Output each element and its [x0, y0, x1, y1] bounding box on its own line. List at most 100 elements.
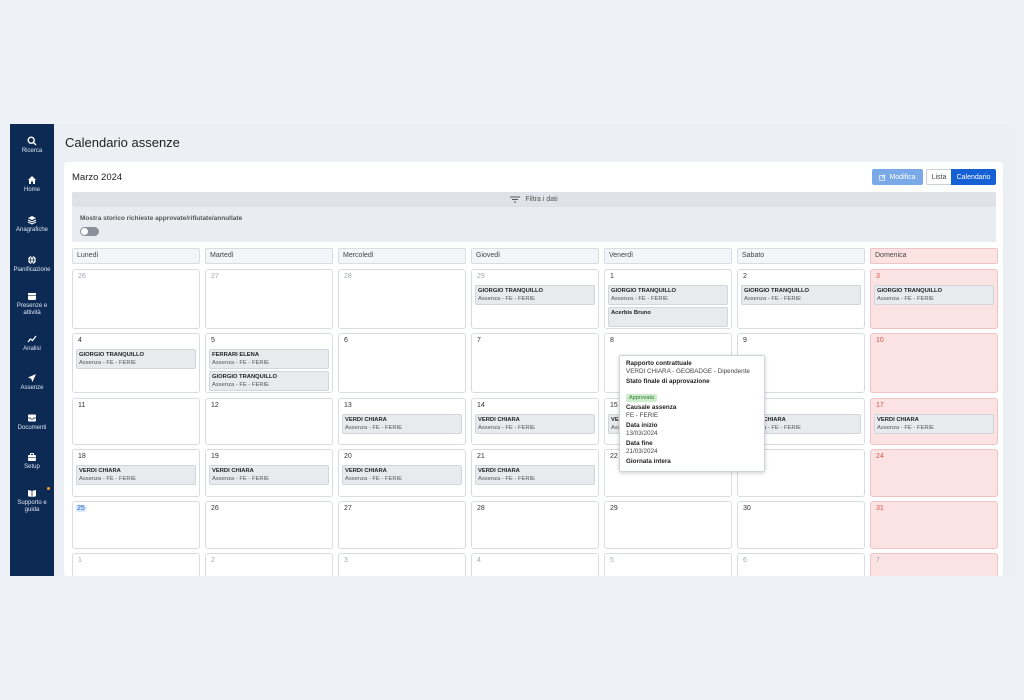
absence-event[interactable]: VERDI CHIARA Assenza - FE - FERIE [874, 414, 994, 434]
tooltip-inizio-label: Data inizio [626, 422, 658, 429]
nav-assenze[interactable]: Assenze [10, 373, 54, 392]
nav-documenti[interactable]: Documenti [10, 413, 54, 432]
day-cell[interactable]: 1 [72, 553, 200, 576]
day-cell[interactable]: 7 [471, 333, 599, 393]
day-number: 28 [477, 505, 485, 512]
nav-ricerca[interactable]: Ricerca [10, 136, 54, 155]
absence-event[interactable]: FERRARI ELENA Assenza - FE - FERIE [209, 349, 329, 369]
absence-event[interactable]: VERDI CHIARA Assenza - FE - FERIE [342, 414, 462, 434]
absence-event[interactable]: VERDI CHIARA Assenza - FE - FERIE [76, 465, 196, 485]
weekday-header: Venerdì [604, 248, 732, 264]
day-cell[interactable]: 10 [870, 333, 998, 393]
nav-anagrafiche[interactable]: Anagrafiche [10, 215, 54, 234]
day-cell[interactable]: 26 [72, 269, 200, 329]
day-number: 22 [610, 453, 618, 460]
nav-analisi[interactable]: Analisi [10, 334, 54, 353]
filter-label: Filtra i dati [525, 196, 558, 203]
day-cell[interactable]: 11 [72, 398, 200, 445]
event-employee-name: VERDI CHIARA [212, 468, 254, 474]
day-number: 10 [876, 337, 884, 344]
filter-bar[interactable]: Filtra i dati [72, 192, 996, 207]
event-employee-name: GIORGIO TRANQUILLO [79, 352, 145, 358]
lista-view-button[interactable]: Lista [926, 169, 951, 185]
day-cell[interactable]: 3 [338, 553, 466, 576]
notification-dot [47, 487, 50, 490]
nav-label: Documenti [17, 425, 47, 431]
day-cell[interactable]: 2 [205, 553, 333, 576]
day-cell[interactable]: 14 VERDI CHIARA Assenza - FE - FERIE [471, 398, 599, 445]
day-cell[interactable]: 12 [205, 398, 333, 445]
nav-setup[interactable]: Setup [10, 452, 54, 471]
day-cell[interactable]: 20 VERDI CHIARA Assenza - FE - FERIE [338, 449, 466, 497]
absence-event[interactable]: VERDI CHIARA Assenza - FE - FERIE [342, 465, 462, 485]
event-detail: Assenza - FE - FERIE [212, 360, 270, 366]
day-cell[interactable]: 7 [870, 553, 998, 576]
tooltip-stato-label: Stato finale di approvazione [626, 378, 710, 385]
day-cell[interactable]: 6 [737, 553, 865, 576]
day-cell[interactable]: 5 [604, 553, 732, 576]
event-employee-name: Acerbis Bruno [611, 310, 651, 316]
day-cell[interactable]: 26 [205, 501, 333, 549]
day-number: 1 [610, 273, 614, 280]
event-detail: Assenza - FE - FERIE [212, 382, 270, 388]
day-cell[interactable]: 4 GIORGIO TRANQUILLO Assenza - FE - FERIE [72, 333, 200, 393]
day-cell[interactable]: 27 [205, 269, 333, 329]
day-cell[interactable]: 4 [471, 553, 599, 576]
nav-label: Analisi [23, 346, 41, 352]
day-cell[interactable]: 5 FERRARI ELENA Assenza - FE - FERIE GIORGI… [205, 333, 333, 393]
day-cell[interactable]: 13 VERDI CHIARA Assenza - FE - FERIE [338, 398, 466, 445]
nav-pianificazione[interactable]: Pianificazione [10, 255, 54, 274]
nav-label: Supporto e guida [17, 500, 47, 513]
day-number: 31 [876, 505, 884, 512]
day-cell[interactable]: 18 VERDI CHIARA Assenza - FE - FERIE [72, 449, 200, 497]
calendar-icon [28, 293, 36, 300]
day-cell[interactable]: 29 [604, 501, 732, 549]
day-cell[interactable]: 25 [72, 501, 200, 549]
modifica-button[interactable]: Modifica [872, 169, 923, 185]
day-cell[interactable]: 2 GIORGIO TRANQUILLO Assenza - FE - FERIE [737, 269, 865, 329]
day-cell[interactable]: 19 VERDI CHIARA Assenza - FE - FERIE [205, 449, 333, 497]
day-number: 15 [610, 402, 618, 409]
weekday-header: Lunedì [72, 248, 200, 264]
day-number: 27 [211, 273, 219, 280]
day-cell[interactable]: 1 GIORGIO TRANQUILLO Assenza - FE - FERIE A… [604, 269, 732, 329]
filter-icon [510, 196, 521, 203]
day-cell[interactable]: 30 [737, 501, 865, 549]
absence-event[interactable]: VERDI CHIARA Assenza - FE - FERIE [475, 414, 595, 434]
absence-event[interactable]: VERDI CHIARA Assenza - FE - FERIE [475, 465, 595, 485]
absence-event[interactable]: GIORGIO TRANQUILLO Assenza - FE - FERIE [475, 285, 595, 305]
nav-label: Assenze [20, 385, 44, 391]
day-cell[interactable]: 28 [471, 501, 599, 549]
modifica-label: Modifica [889, 173, 916, 181]
nav-supporto[interactable]: Supporto e guida [10, 487, 54, 514]
absence-event[interactable]: VERDI CHIARA Assenza - FE - FERIE [209, 465, 329, 485]
history-filter: Mostra storico richieste approvate/rifiu… [72, 207, 996, 242]
nav-presenze[interactable]: Presenze e attività [10, 291, 54, 317]
day-cell[interactable]: 21 VERDI CHIARA Assenza - FE - FERIE [471, 449, 599, 497]
nav-home[interactable]: Home [10, 175, 54, 194]
absence-event[interactable]: GIORGIO TRANQUILLO Assenza - FE - FERIE [741, 285, 861, 305]
history-toggle[interactable] [80, 227, 99, 236]
absence-event[interactable]: GIORGIO TRANQUILLO Assenza - FE - FERIE [874, 285, 994, 305]
calendario-view-button[interactable]: Calendario [951, 169, 996, 185]
day-cell[interactable]: 28 [338, 269, 466, 329]
day-cell[interactable]: 31 [870, 501, 998, 549]
weekday-header: Domenica [870, 248, 998, 264]
day-cell[interactable]: 24 [870, 449, 998, 497]
day-number: 5 [211, 337, 215, 344]
day-cell[interactable]: 17 VERDI CHIARA Assenza - FE - FERIE [870, 398, 998, 445]
absence-event[interactable]: Acerbis Bruno [608, 307, 728, 327]
day-cell[interactable]: 29 GIORGIO TRANQUILLO Assenza - FE - FERIE [471, 269, 599, 329]
event-employee-name: GIORGIO TRANQUILLO [212, 374, 278, 380]
absence-event[interactable]: GIORGIO TRANQUILLO Assenza - FE - FERIE [209, 371, 329, 391]
absence-event[interactable]: GIORGIO TRANQUILLO Assenza - FE - FERIE [76, 349, 196, 369]
event-employee-name: VERDI CHIARA [345, 417, 387, 423]
day-cell[interactable]: 6 [338, 333, 466, 393]
event-detail: Assenza - FE - FERIE [611, 296, 669, 302]
day-cell[interactable]: 27 [338, 501, 466, 549]
nav-label: Home [23, 187, 40, 193]
day-number: 3 [876, 273, 880, 280]
absence-event[interactable]: GIORGIO TRANQUILLO Assenza - FE - FERIE [608, 285, 728, 305]
chart-icon [27, 335, 37, 343]
day-cell[interactable]: 3 GIORGIO TRANQUILLO Assenza - FE - FERIE [870, 269, 998, 329]
